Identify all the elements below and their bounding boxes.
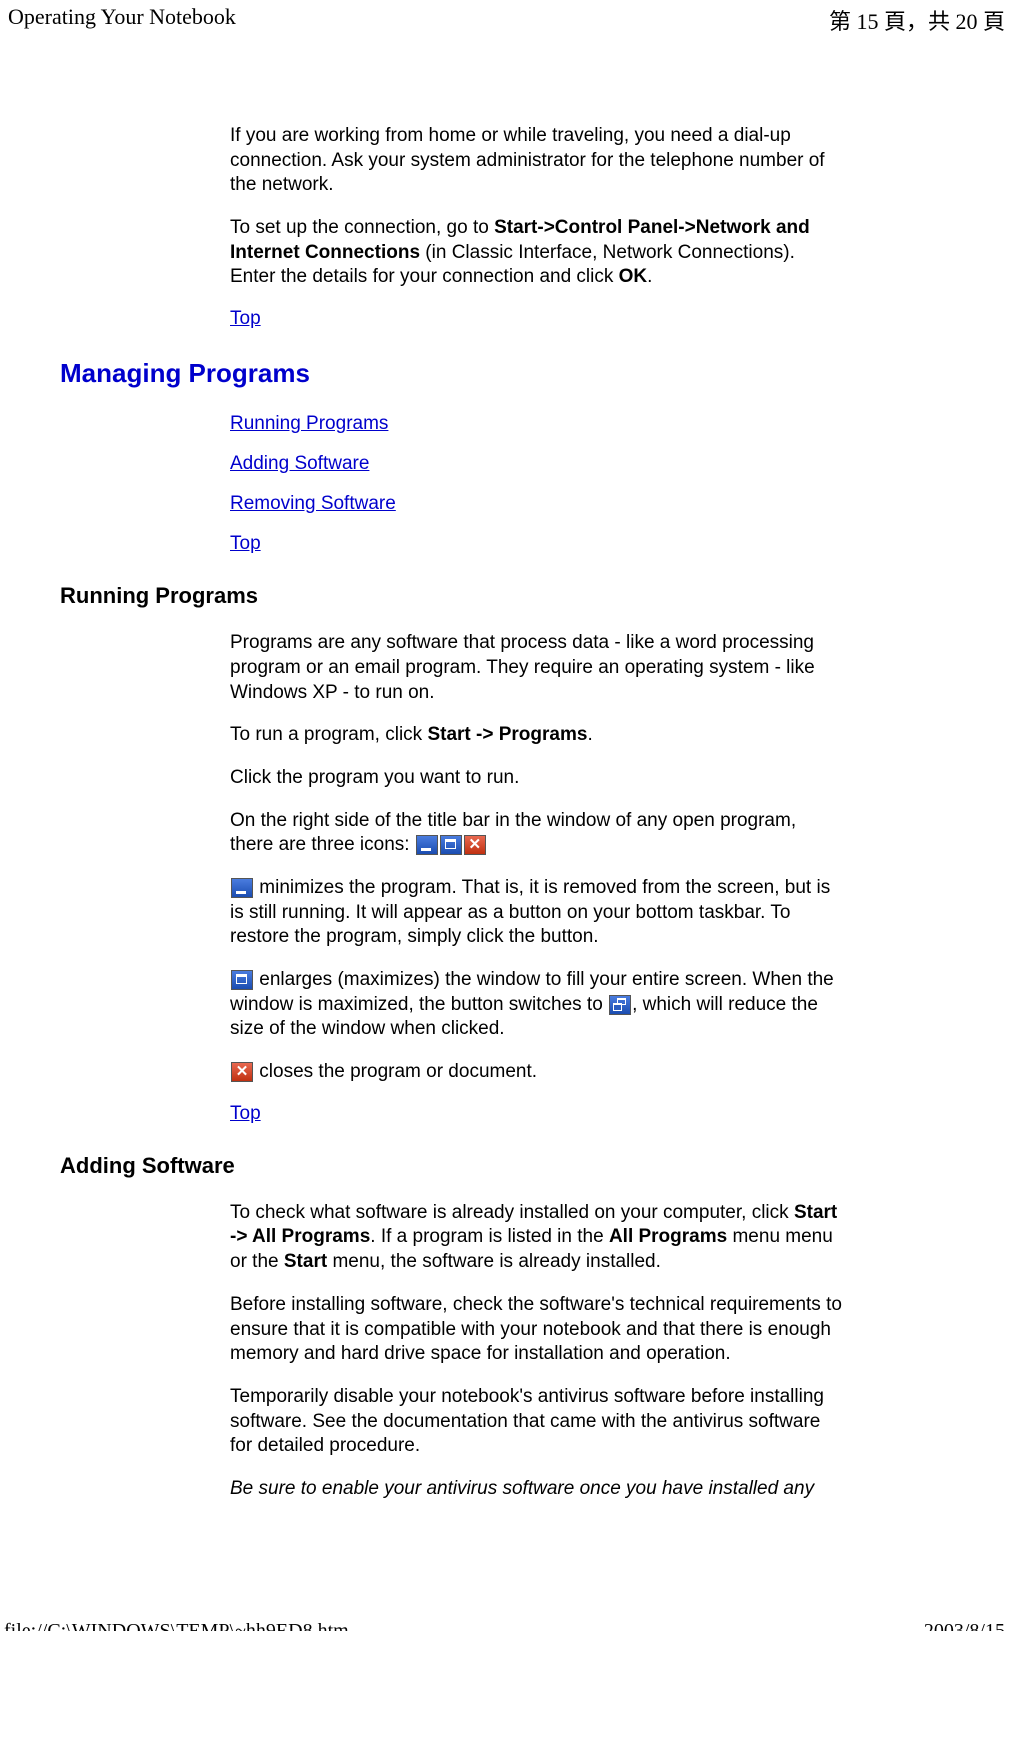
minimize-icon [416, 835, 438, 855]
footer-date: 2003/8/15 [924, 1620, 1005, 1631]
intro-p1: If you are working from home or while tr… [230, 124, 843, 198]
top-link[interactable]: Top [230, 533, 261, 554]
managing-programs-heading: Managing Programs [60, 358, 953, 389]
adding-p2: Before installing software, check the so… [230, 1293, 843, 1367]
text-bold: Start [284, 1251, 327, 1272]
text-bold: Start -> Programs [427, 724, 587, 745]
maximize-icon [440, 835, 462, 855]
removing-software-link[interactable]: Removing Software [230, 493, 396, 514]
minimize-icon [231, 878, 253, 898]
running-p5: minimizes the program. That is, it is re… [230, 876, 843, 950]
running-p7: closes the program or document. [230, 1060, 843, 1085]
adding-software-link[interactable]: Adding Software [230, 453, 369, 474]
close-icon [231, 1062, 253, 1082]
text: . If a program is listed in the [370, 1226, 609, 1247]
page-footer: file://C:\WINDOWS\TEMP\~hh9ED8.htm 2003/… [0, 1560, 1013, 1631]
intro-p2: To set up the connection, go to Start->C… [230, 216, 843, 290]
adding-p3: Temporarily disable your notebook's anti… [230, 1385, 843, 1459]
running-p6: enlarges (maximizes) the window to fill … [230, 968, 843, 1042]
running-p3: Click the program you want to run. [230, 766, 843, 791]
footer-path: file://C:\WINDOWS\TEMP\~hh9ED8.htm [4, 1620, 349, 1631]
adding-p4: Be sure to enable your antivirus softwar… [230, 1477, 843, 1502]
text: To check what software is already instal… [230, 1202, 794, 1223]
text: . [647, 266, 652, 287]
adding-software-heading: Adding Software [60, 1153, 953, 1179]
doc-title: Operating Your Notebook [8, 4, 236, 36]
text: On the right side of the title bar in th… [230, 810, 796, 856]
content-area: If you are working from home or while tr… [0, 44, 1013, 1560]
running-p4: On the right side of the title bar in th… [230, 809, 843, 858]
text: menu, the software is already installed. [327, 1251, 661, 1272]
text-bold: OK [619, 266, 648, 287]
text: To run a program, click [230, 724, 427, 745]
page-indicator: 第 15 頁，共 20 頁 [829, 4, 1005, 36]
maximize-icon [231, 970, 253, 990]
text-bold: All Programs [609, 1226, 727, 1247]
top-link[interactable]: Top [230, 1103, 261, 1124]
running-p2: To run a program, click Start -> Program… [230, 723, 843, 748]
text: . [587, 724, 592, 745]
text: To set up the connection, go to [230, 217, 494, 238]
running-programs-link[interactable]: Running Programs [230, 413, 388, 434]
top-link[interactable]: Top [230, 308, 261, 329]
page-header: Operating Your Notebook 第 15 頁，共 20 頁 [0, 0, 1013, 44]
adding-p1: To check what software is already instal… [230, 1201, 843, 1275]
running-programs-heading: Running Programs [60, 583, 953, 609]
running-p1: Programs are any software that process d… [230, 631, 843, 705]
close-icon [464, 835, 486, 855]
text: minimizes the program. That is, it is re… [230, 877, 830, 947]
text: closes the program or document. [254, 1061, 537, 1082]
restore-icon [609, 995, 631, 1015]
